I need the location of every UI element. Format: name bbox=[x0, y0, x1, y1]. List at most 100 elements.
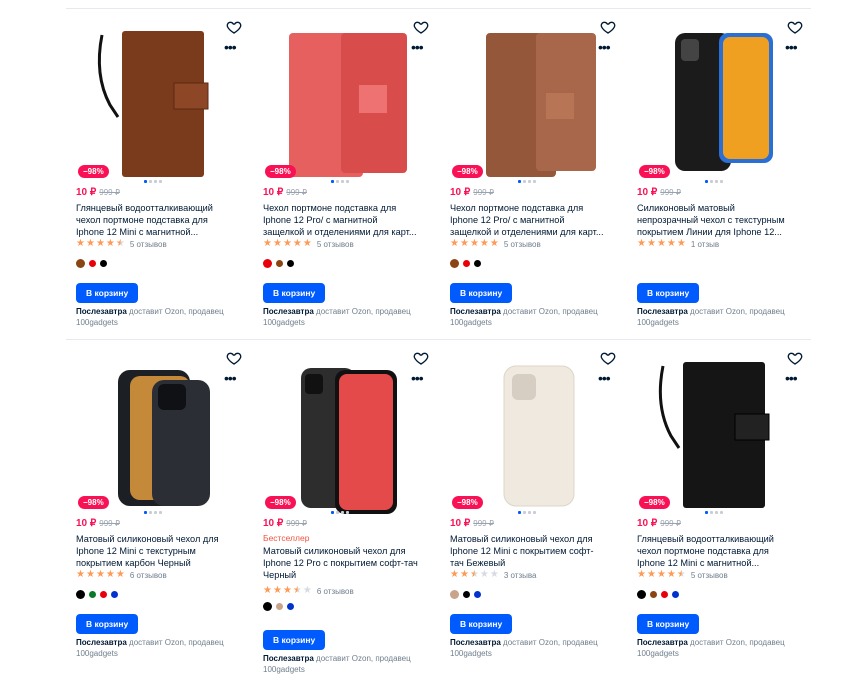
color-swatches[interactable] bbox=[76, 259, 107, 268]
product-image[interactable] bbox=[448, 23, 618, 183]
product-title[interactable]: Чехол портмоне подставка для Iphone 12 Pr… bbox=[263, 202, 431, 238]
product-image[interactable] bbox=[74, 354, 244, 514]
product-image[interactable] bbox=[74, 23, 244, 183]
color-swatch[interactable] bbox=[463, 260, 470, 267]
color-swatch[interactable] bbox=[100, 591, 107, 598]
review-count[interactable]: 5 отзывов bbox=[317, 240, 354, 249]
product-card[interactable]: ••• −98% 10 ₽999 ₽ Матовый силиконовый ч… bbox=[66, 340, 252, 670]
color-swatches[interactable] bbox=[450, 259, 481, 268]
color-swatch[interactable] bbox=[650, 591, 657, 598]
heart-icon[interactable] bbox=[600, 19, 616, 35]
more-options-icon[interactable]: ••• bbox=[411, 371, 424, 385]
image-carousel-dots[interactable] bbox=[144, 180, 162, 183]
review-count[interactable]: 1 отзыв bbox=[691, 240, 719, 249]
color-swatch[interactable] bbox=[276, 260, 283, 267]
heart-icon[interactable] bbox=[413, 350, 429, 366]
color-swatch[interactable] bbox=[263, 602, 272, 611]
product-title[interactable]: Матовый силиконовый чехол для Iphone 12 P… bbox=[263, 545, 431, 581]
star-icon: ★ bbox=[76, 569, 85, 580]
more-options-icon[interactable]: ••• bbox=[224, 40, 237, 54]
heart-icon[interactable] bbox=[226, 350, 242, 366]
product-card[interactable]: ••• −98% 10 ₽999 ₽ Глянцевый водоотталки… bbox=[66, 9, 252, 339]
color-swatch[interactable] bbox=[287, 603, 294, 610]
product-card[interactable]: ••• −98% 10 ₽999 ₽ Глянцевый водоотталки… bbox=[627, 340, 813, 670]
add-to-cart-button[interactable]: В корзину bbox=[76, 614, 139, 634]
product-image[interactable] bbox=[635, 354, 805, 514]
delivery-info: Послезавтра доставит Ozon, продавец 100ga… bbox=[450, 306, 620, 328]
add-to-cart-button[interactable]: В корзину bbox=[637, 283, 700, 303]
color-swatches[interactable] bbox=[450, 590, 481, 599]
image-carousel-dots[interactable] bbox=[705, 180, 723, 183]
color-swatch[interactable] bbox=[637, 590, 646, 599]
color-swatch[interactable] bbox=[100, 260, 107, 267]
product-image[interactable] bbox=[261, 23, 431, 183]
product-image[interactable] bbox=[635, 23, 805, 183]
product-image[interactable] bbox=[261, 354, 431, 514]
product-title[interactable]: Силиконовый матовый непрозрачный чехол с … bbox=[637, 202, 805, 238]
heart-icon[interactable] bbox=[787, 350, 803, 366]
heart-icon[interactable] bbox=[787, 19, 803, 35]
color-swatch[interactable] bbox=[287, 260, 294, 267]
color-swatch[interactable] bbox=[111, 591, 118, 598]
color-swatch[interactable] bbox=[263, 259, 272, 268]
color-swatches[interactable] bbox=[76, 590, 118, 599]
color-swatch[interactable] bbox=[276, 603, 283, 610]
add-to-cart-button[interactable]: В корзину bbox=[263, 283, 326, 303]
more-options-icon[interactable]: ••• bbox=[785, 40, 798, 54]
image-carousel-dots[interactable] bbox=[144, 511, 162, 514]
image-carousel-dots[interactable] bbox=[331, 180, 349, 183]
add-to-cart-button[interactable]: В корзину bbox=[263, 630, 326, 650]
add-to-cart-button[interactable]: В корзину bbox=[450, 283, 513, 303]
product-title[interactable]: Глянцевый водоотталкивающий чехол портмон… bbox=[76, 202, 244, 238]
product-title[interactable]: Чехол портмоне подставка для Iphone 12 Pr… bbox=[450, 202, 618, 238]
color-swatch[interactable] bbox=[89, 260, 96, 267]
delivery-date: Послезавтра bbox=[637, 638, 688, 647]
review-count[interactable]: 3 отзыва bbox=[504, 571, 537, 580]
discount-badge: −98% bbox=[265, 165, 296, 178]
color-swatch[interactable] bbox=[474, 591, 481, 598]
star-icon: ★ bbox=[489, 569, 499, 580]
color-swatch[interactable] bbox=[463, 591, 470, 598]
image-carousel-dots[interactable] bbox=[331, 511, 349, 514]
heart-icon[interactable] bbox=[600, 350, 616, 366]
color-swatch[interactable] bbox=[474, 260, 481, 267]
more-options-icon[interactable]: ••• bbox=[224, 371, 237, 385]
color-swatch[interactable] bbox=[672, 591, 679, 598]
color-swatch[interactable] bbox=[661, 591, 668, 598]
add-to-cart-button[interactable]: В корзину bbox=[637, 614, 700, 634]
product-card[interactable]: ••• −98% 10 ₽999 ₽ Силиконовый матовый не… bbox=[627, 9, 813, 339]
more-options-icon[interactable]: ••• bbox=[598, 40, 611, 54]
color-swatch[interactable] bbox=[76, 259, 85, 268]
heart-icon[interactable] bbox=[413, 19, 429, 35]
add-to-cart-button[interactable]: В корзину bbox=[76, 283, 139, 303]
more-options-icon[interactable]: ••• bbox=[598, 371, 611, 385]
color-swatches[interactable] bbox=[637, 590, 679, 599]
more-options-icon[interactable]: ••• bbox=[785, 371, 798, 385]
heart-icon[interactable] bbox=[226, 19, 242, 35]
review-count[interactable]: 6 отзывов bbox=[317, 587, 354, 596]
product-title[interactable]: Матовый силиконовый чехол для Iphone 12 M… bbox=[450, 533, 618, 569]
add-to-cart-button[interactable]: В корзину bbox=[450, 614, 513, 634]
color-swatches[interactable] bbox=[263, 602, 294, 611]
image-carousel-dots[interactable] bbox=[518, 180, 536, 183]
product-card[interactable]: ••• −98% 10 ₽999 ₽ Матовый силиконовый ч… bbox=[440, 340, 626, 670]
review-count[interactable]: 6 отзывов bbox=[130, 571, 167, 580]
review-count[interactable]: 5 отзывов bbox=[504, 240, 541, 249]
color-swatch[interactable] bbox=[450, 259, 459, 268]
product-title[interactable]: Глянцевый водоотталкивающий чехол портмон… bbox=[637, 533, 805, 569]
image-carousel-dots[interactable] bbox=[518, 511, 536, 514]
more-options-icon[interactable]: ••• bbox=[411, 40, 424, 54]
color-swatch[interactable] bbox=[76, 590, 85, 599]
color-swatch[interactable] bbox=[89, 591, 96, 598]
review-count[interactable]: 5 отзывов bbox=[691, 571, 728, 580]
product-card[interactable]: ••• −98% 10 ₽999 ₽ Бестселлер Матовый си… bbox=[253, 340, 439, 674]
review-count[interactable]: 5 отзывов bbox=[130, 240, 167, 249]
star-icon: ★ bbox=[85, 569, 95, 580]
product-title[interactable]: Матовый силиконовый чехол для Iphone 12 M… bbox=[76, 533, 244, 569]
color-swatches[interactable] bbox=[263, 259, 294, 268]
product-card[interactable]: ••• −98% 10 ₽999 ₽ Чехол портмоне подста… bbox=[253, 9, 439, 339]
product-image[interactable] bbox=[448, 354, 618, 514]
color-swatch[interactable] bbox=[450, 590, 459, 599]
product-card[interactable]: ••• −98% 10 ₽999 ₽ Чехол портмоне подста… bbox=[440, 9, 626, 339]
image-carousel-dots[interactable] bbox=[705, 511, 723, 514]
